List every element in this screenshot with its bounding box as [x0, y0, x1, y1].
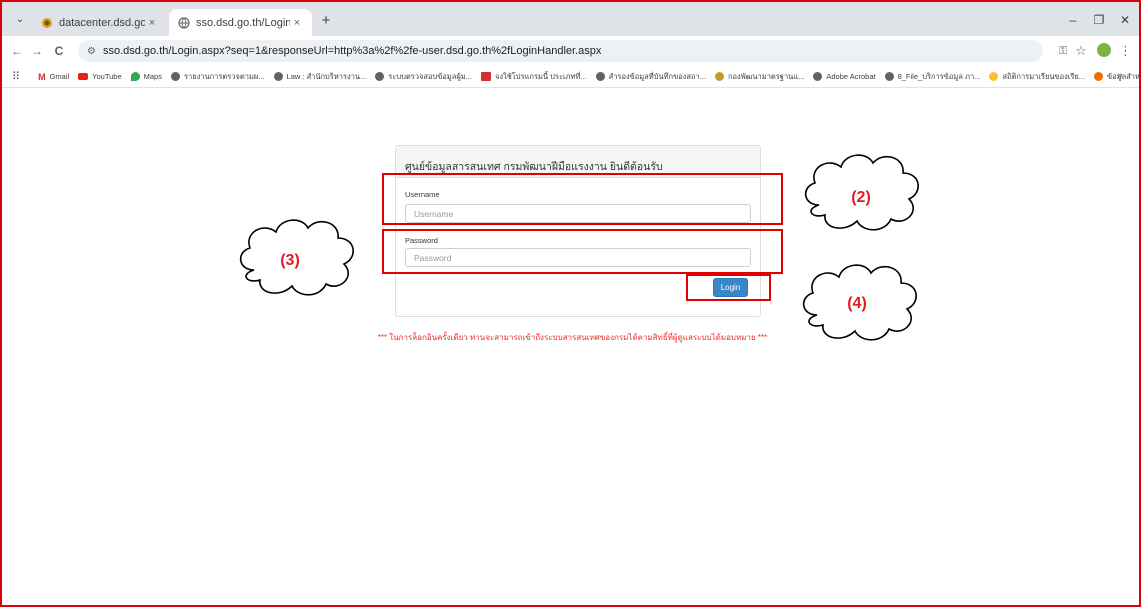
- bookmark-label: Adobe Acrobat: [826, 72, 876, 81]
- bookmark-item[interactable]: กองพัฒนามาตรฐานแ...: [714, 71, 805, 83]
- bookmark-label: Maps: [143, 72, 162, 81]
- reload-icon[interactable]: C: [50, 43, 68, 59]
- close-window-button[interactable]: ✕: [1111, 10, 1139, 30]
- globe-icon: [170, 72, 180, 81]
- password-key-icon[interactable]: ⚿: [1055, 43, 1071, 59]
- youtube-icon: [78, 73, 89, 80]
- bookmark-label: สำรองข้อมูลที่บันทึกของสถา...: [608, 71, 706, 81]
- globe-icon: [177, 16, 190, 29]
- bookmark-gmail[interactable]: M Gmail: [38, 72, 70, 82]
- bookmark-label: ระบบตรวจสอบข้อมูลผู้ม...: [388, 71, 472, 81]
- site-info-icon[interactable]: ⚙: [87, 46, 96, 57]
- gmail-icon: M: [38, 72, 46, 82]
- bookmark-maps[interactable]: Maps: [130, 72, 162, 81]
- bookmark-star-icon[interactable]: ☆: [1073, 43, 1089, 59]
- orange-circle-icon: [1094, 72, 1104, 81]
- bookmark-item[interactable]: รายงานการตรวจตามผ...: [170, 71, 265, 83]
- address-bar[interactable]: ⚙ sso.dsd.go.th/Login.aspx?seq=1&respons…: [78, 40, 1043, 62]
- login-notice: *** ในการล็อกอินครั้งเดียว ท่านจะสามารถเ…: [377, 333, 768, 342]
- bookmark-item[interactable]: จงใช้โปรแกรมนี้ ประเภทที่...: [480, 71, 587, 83]
- tab-search-icon[interactable]: ⌄: [11, 12, 29, 28]
- bookmark-label: YouTube: [92, 72, 122, 81]
- browser-window: ⌄ datacenter.dsd.go.th | × sso.dsd.go.th…: [0, 0, 1141, 607]
- bookmark-item[interactable]: สำรองข้อมูลที่บันทึกของสถา...: [595, 71, 706, 83]
- tab-title: sso.dsd.go.th/Login.aspx?seq=: [196, 16, 290, 29]
- bookmark-item[interactable]: ระบบตรวจสอบข้อมูลผู้ม...: [375, 71, 472, 83]
- lightbulb-icon: [989, 72, 999, 81]
- highlight-username-box: [382, 173, 783, 225]
- restore-button[interactable]: ❐: [1085, 10, 1113, 30]
- url-text: sso.dsd.go.th/Login.aspx?seq=1&responseU…: [102, 45, 602, 57]
- crest-icon: [714, 72, 724, 81]
- bookmark-label: กองพัฒนามาตรฐานแ...: [727, 71, 805, 81]
- forward-icon[interactable]: →: [28, 43, 46, 59]
- new-tab-button[interactable]: +: [316, 11, 336, 31]
- globe-icon: [595, 72, 605, 81]
- highlight-password-box: [382, 229, 783, 274]
- bookmark-item[interactable]: 8_File_บริการข้อมูล ภา...: [884, 71, 981, 83]
- annotation-label-2: (2): [851, 189, 871, 206]
- maps-pin-icon: [130, 72, 140, 81]
- minimize-button[interactable]: –: [1059, 10, 1087, 30]
- bookmark-youtube[interactable]: YouTube: [78, 72, 122, 81]
- red-square-icon: [480, 72, 491, 81]
- globe-icon: [884, 72, 894, 81]
- bookmark-label: สถิติการมาเรียนของเรีย...: [1002, 71, 1086, 81]
- tab-datacenter[interactable]: datacenter.dsd.go.th | ×: [32, 9, 167, 36]
- annotation-label-3: (3): [280, 252, 300, 269]
- apps-grid-icon[interactable]: ⠿: [12, 70, 20, 83]
- browser-toolbar: ← → C ⚙ sso.dsd.go.th/Login.aspx?seq=1&r…: [2, 36, 1139, 66]
- bookmarks-overflow-icon[interactable]: »: [1117, 70, 1123, 81]
- globe-icon: [375, 72, 385, 81]
- crest-icon: [40, 16, 53, 29]
- tab-title: datacenter.dsd.go.th |: [59, 16, 145, 29]
- back-icon[interactable]: ←: [8, 43, 26, 59]
- bookmark-item[interactable]: Law : สำนักบริหารงาน...: [273, 71, 367, 83]
- highlight-login-box: [686, 274, 771, 301]
- bookmark-label: 8_File_บริการข้อมูล ภา...: [897, 71, 981, 81]
- annotation-label-4: (4): [847, 295, 867, 312]
- bookmark-label: Law : สำนักบริหารงาน...: [286, 71, 367, 81]
- tab-strip: ⌄ datacenter.dsd.go.th | × sso.dsd.go.th…: [2, 2, 1139, 36]
- bookmark-label: รายงานการตรวจตามผ...: [183, 71, 265, 81]
- bookmark-label: จงใช้โปรแกรมนี้ ประเภทที่...: [494, 71, 587, 81]
- tab-sso-login[interactable]: sso.dsd.go.th/Login.aspx?seq= ×: [169, 9, 312, 36]
- profile-avatar[interactable]: [1097, 43, 1111, 57]
- bookmark-item[interactable]: สถิติการมาเรียนของเรีย...: [989, 71, 1085, 83]
- bookmark-label: ข้อมูลสำหรับผู้ปฏิบัติงาน...: [1107, 71, 1140, 81]
- browser-menu-icon[interactable]: ⋮: [1119, 43, 1132, 59]
- globe-icon: [273, 72, 283, 81]
- tab-close-icon[interactable]: ×: [290, 17, 304, 29]
- bookmark-label: Gmail: [49, 72, 70, 81]
- tab-close-icon[interactable]: ×: [145, 17, 159, 29]
- bookmark-adobe-acrobat[interactable]: Adobe Acrobat: [813, 72, 876, 81]
- globe-icon: [813, 72, 823, 81]
- bookmarks-bar: ⠿ M Gmail YouTube Maps รายงานการตรวจตามผ.…: [2, 66, 1139, 88]
